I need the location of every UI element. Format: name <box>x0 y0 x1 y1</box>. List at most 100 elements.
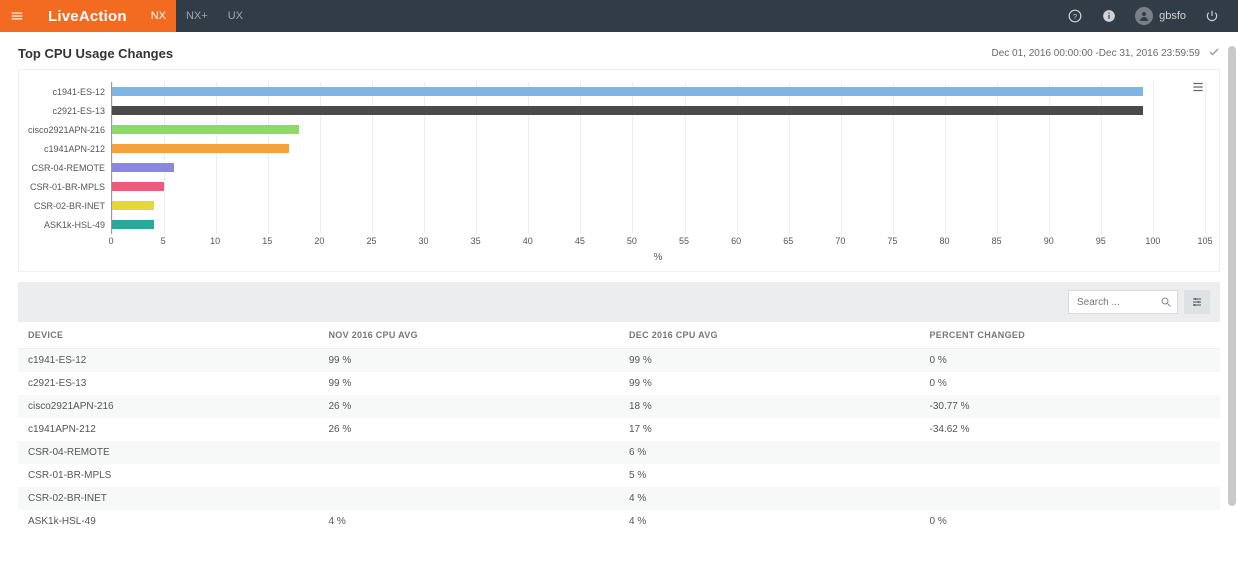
chart-x-tick: 0 <box>108 236 113 246</box>
search-wrap <box>1068 290 1178 314</box>
chart-x-tick: 40 <box>523 236 533 246</box>
chart-bar-row <box>112 177 1205 196</box>
chart-bar-row <box>112 82 1205 101</box>
table-row[interactable]: CSR-04-REMOTE 6 % <box>18 441 1220 464</box>
help-icon[interactable]: ? <box>1067 8 1083 24</box>
table-header-row: DEVICE NOV 2016 CPU AVG DEC 2016 CPU AVG… <box>18 322 1220 349</box>
table-row[interactable]: ASK1k-HSL-494 %4 %0 % <box>18 510 1220 533</box>
chart-bar-row <box>112 101 1205 120</box>
chart-x-tick: 85 <box>992 236 1002 246</box>
table-cell <box>319 487 620 510</box>
nav-tab-nx[interactable]: NX <box>141 0 176 32</box>
chart-x-tick: 15 <box>262 236 272 246</box>
table-cell: 18 % <box>619 395 920 418</box>
chart-bar-row <box>112 158 1205 177</box>
chart-bar[interactable] <box>112 220 154 229</box>
table-cell: 4 % <box>619 487 920 510</box>
user-name: gbsfo <box>1159 10 1186 22</box>
table-row[interactable]: c2921-ES-1399 %99 %0 % <box>18 372 1220 395</box>
chart-card: c1941-ES-12c2921-ES-13cisco2921APN-216c1… <box>18 69 1220 272</box>
col-dec-header[interactable]: DEC 2016 CPU AVG <box>619 322 920 349</box>
table-cell: ASK1k-HSL-49 <box>18 510 319 533</box>
search-icon[interactable] <box>1160 295 1172 313</box>
table-cell: CSR-01-BR-MPLS <box>18 464 319 487</box>
table-cell: c1941-ES-12 <box>18 349 319 373</box>
table-row[interactable]: CSR-01-BR-MPLS5 % <box>18 464 1220 487</box>
chart-y-label: CSR-04-REMOTE <box>33 158 111 177</box>
chart-bar[interactable] <box>112 144 289 153</box>
menu-button[interactable] <box>0 0 34 32</box>
chart-x-tick: 75 <box>887 236 897 246</box>
col-nov-header[interactable]: NOV 2016 CPU AVG <box>319 322 620 349</box>
chart-x-tick: 65 <box>783 236 793 246</box>
table-cell <box>920 441 1221 464</box>
power-icon[interactable] <box>1204 8 1220 24</box>
chart-x-tick: 25 <box>366 236 376 246</box>
table-row[interactable]: c1941APN-21226 %17 %-34.62 % <box>18 418 1220 441</box>
chart-x-tick: 45 <box>575 236 585 246</box>
table-cell: c2921-ES-13 <box>18 372 319 395</box>
col-device-header[interactable]: DEVICE <box>18 322 319 349</box>
chart-y-label: CSR-01-BR-MPLS <box>33 177 111 196</box>
table-row[interactable]: c1941-ES-1299 %99 %0 % <box>18 349 1220 373</box>
table-cell <box>319 441 620 464</box>
settings-button[interactable] <box>1184 290 1210 314</box>
avatar-icon <box>1135 7 1153 25</box>
table-cell <box>920 464 1221 487</box>
chart-x-tick: 90 <box>1044 236 1054 246</box>
info-icon[interactable] <box>1101 8 1117 24</box>
topnav-right: ? gbsfo <box>1067 7 1238 25</box>
table-row[interactable]: cisco2921APN-21626 %18 %-30.77 % <box>18 395 1220 418</box>
chart-bar-row <box>112 196 1205 215</box>
date-range: Dec 01, 2016 00:00:00 -Dec 31, 2016 23:5… <box>992 48 1201 59</box>
table-cell: CSR-04-REMOTE <box>18 441 319 464</box>
chart-x-tick: 5 <box>161 236 166 246</box>
check-icon[interactable] <box>1208 46 1220 61</box>
chart-bar-row <box>112 215 1205 234</box>
table-cell <box>319 464 620 487</box>
page-title: Top CPU Usage Changes <box>18 46 173 61</box>
chart-bar[interactable] <box>112 201 154 210</box>
data-table: DEVICE NOV 2016 CPU AVG DEC 2016 CPU AVG… <box>18 322 1220 533</box>
chart-plot <box>111 82 1205 234</box>
chart-bar[interactable] <box>112 87 1143 96</box>
chart-bar[interactable] <box>112 106 1143 115</box>
table-cell: CSR-02-BR-INET <box>18 487 319 510</box>
svg-text:?: ? <box>1073 12 1077 21</box>
chart-x-tick: 35 <box>471 236 481 246</box>
col-pct-header[interactable]: PERCENT CHANGED <box>920 322 1221 349</box>
nav-tab-nxplus[interactable]: NX+ <box>176 0 218 32</box>
top-nav: LiveAction NX NX+ UX ? gbsfo <box>0 0 1238 32</box>
chart-x-tick: 50 <box>627 236 637 246</box>
chart-x-tick: 30 <box>419 236 429 246</box>
vertical-scrollbar[interactable] <box>1228 46 1236 516</box>
table-cell: cisco2921APN-216 <box>18 395 319 418</box>
table-cell: 26 % <box>319 395 620 418</box>
table-row[interactable]: CSR-02-BR-INET 4 % <box>18 487 1220 510</box>
chart-y-label: c1941APN-212 <box>33 139 111 158</box>
chart-x-tick: 70 <box>835 236 845 246</box>
table-cell: 17 % <box>619 418 920 441</box>
chart-bar[interactable] <box>112 182 164 191</box>
nav-tabs: NX NX+ UX <box>141 0 253 32</box>
chart-x-title: % <box>111 252 1205 263</box>
chart-x-tick: 55 <box>679 236 689 246</box>
chart-bar[interactable] <box>112 125 299 134</box>
chart-x-tick: 105 <box>1197 236 1212 246</box>
table-cell: 0 % <box>920 372 1221 395</box>
chart-bar-row <box>112 120 1205 139</box>
chart-y-label: cisco2921APN-216 <box>33 120 111 139</box>
chart-x-tick: 20 <box>314 236 324 246</box>
chart-x-tick: 100 <box>1145 236 1160 246</box>
chart-x-tick: 60 <box>731 236 741 246</box>
chart-x-tick: 10 <box>210 236 220 246</box>
chart-y-label: ASK1k-HSL-49 <box>33 215 111 234</box>
page-header: Top CPU Usage Changes Dec 01, 2016 00:00… <box>18 46 1220 61</box>
table-cell: -30.77 % <box>920 395 1221 418</box>
table-cell: 6 % <box>619 441 920 464</box>
nav-tab-ux[interactable]: UX <box>218 0 253 32</box>
sliders-icon <box>1191 296 1203 308</box>
user-menu[interactable]: gbsfo <box>1135 7 1186 25</box>
chart-bar[interactable] <box>112 163 174 172</box>
scroll-thumb[interactable] <box>1228 46 1236 506</box>
